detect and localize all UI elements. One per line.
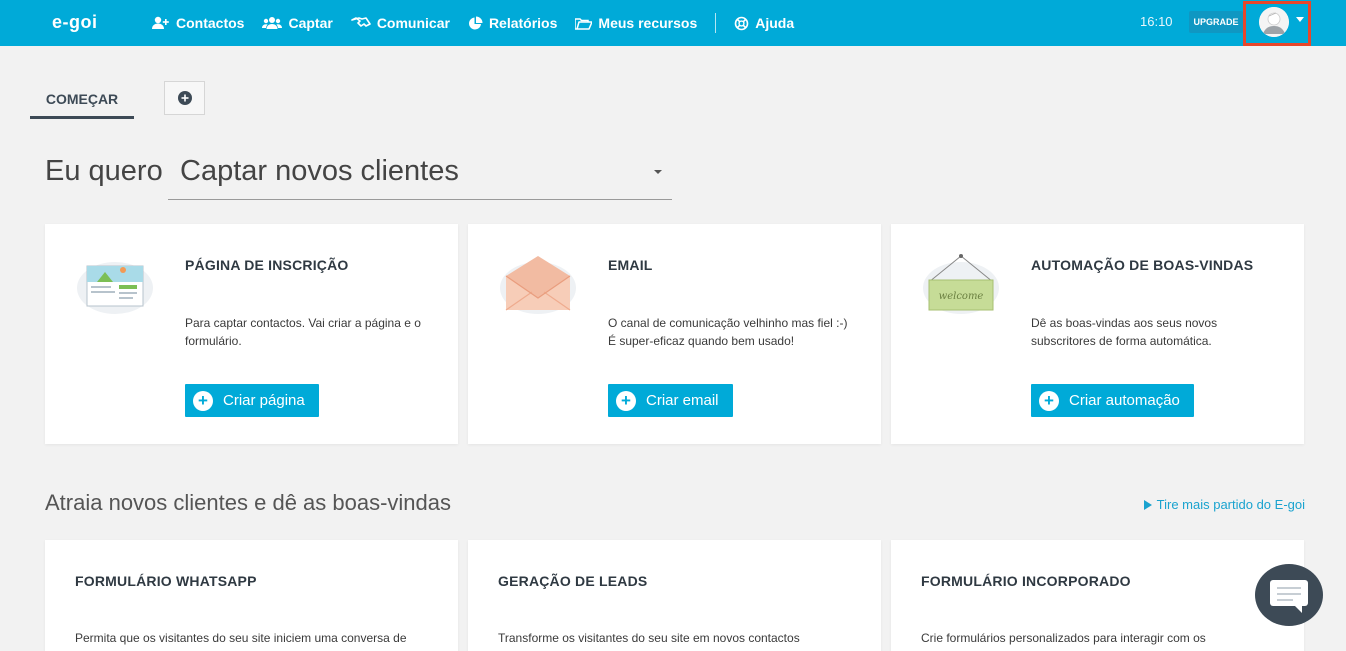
play-icon [1143, 499, 1152, 510]
tab-comecar[interactable]: COMEÇAR [30, 80, 134, 119]
upgrade-button[interactable]: UPGRADE [1189, 11, 1243, 33]
add-tab-button[interactable] [164, 81, 205, 115]
card-description: Permita que os visitantes do seu site in… [75, 631, 407, 645]
card-title: AUTOMAÇÃO DE BOAS-VINDAS [1031, 257, 1254, 273]
nav-divider [715, 13, 717, 33]
nav-label: Meus recursos [598, 15, 698, 31]
plus-icon: + [193, 390, 213, 411]
nav-ajuda[interactable]: Ajuda [734, 15, 794, 31]
nav-label: Comunicar [376, 15, 450, 31]
nav-meus-recursos[interactable]: Meus recursos [575, 15, 697, 31]
card-pagina-inscricao: PÁGINA DE INSCRIÇÃO Para captar contacto… [45, 224, 458, 444]
chat-line [1277, 593, 1301, 595]
link-label: Tire mais partido do E-goi [1156, 497, 1305, 512]
more-link[interactable]: Tire mais partido do E-goi [1143, 497, 1305, 512]
card-formulario-whatsapp[interactable]: FORMULÁRIO WHATSAPP Permita que os visit… [45, 540, 458, 651]
card-automacao-boas-vindas: welcome AUTOMAÇÃO DE BOAS-VINDAS Dê as b… [891, 224, 1304, 444]
card-title: PÁGINA DE INSCRIÇÃO [185, 257, 349, 273]
button-label: Criar página [223, 392, 305, 409]
chat-line [1277, 587, 1301, 589]
goal-select[interactable]: Captar novos clientes [168, 150, 672, 200]
pie-chart-icon [468, 16, 483, 29]
user-menu[interactable] [1243, 1, 1311, 46]
envelope-illustration-icon [500, 256, 576, 314]
chevron-down-icon [654, 170, 662, 174]
clock: 16:10 [1140, 14, 1173, 29]
card-description: Transforme os visitantes do seu site em … [498, 631, 800, 645]
button-label: Criar email [646, 392, 719, 409]
card-email: EMAIL O canal de comunicação velhinho ma… [468, 224, 881, 444]
card-formulario-incorporado[interactable]: FORMULÁRIO INCORPORADO Crie formulários … [891, 540, 1304, 651]
plus-icon: + [616, 390, 636, 411]
welcome-sign-illustration-icon: welcome [923, 254, 999, 314]
users-icon [262, 17, 283, 29]
chat-line [1277, 599, 1293, 601]
signup-page-illustration-icon [77, 262, 153, 314]
card-description: Crie formulários personalizados para int… [921, 631, 1206, 645]
sign-text: welcome [939, 291, 984, 302]
create-automation-button[interactable]: + Criar automação [1031, 384, 1194, 417]
add-contact-icon [152, 16, 169, 29]
lifebuoy-icon [734, 16, 749, 30]
nav-contactos[interactable]: Contactos [152, 15, 244, 31]
create-email-button[interactable]: + Criar email [608, 384, 733, 417]
card-title: FORMULÁRIO WHATSAPP [75, 573, 257, 589]
section-title: Atraia novos clientes e dê as boas-vinda… [45, 490, 452, 515]
user-avatar-icon [1259, 7, 1289, 37]
main-nav: Contactos Captar Comunicar Relatórios Me… [152, 0, 812, 46]
nav-label: Captar [288, 15, 333, 31]
goal-prefix: Eu quero [45, 155, 163, 187]
card-title: GERAÇÃO DE LEADS [498, 573, 648, 589]
folder-icon [575, 17, 593, 30]
chevron-down-icon [1296, 17, 1304, 22]
top-navigation-bar: e-goi Contactos Captar Comunicar Relatór… [0, 0, 1346, 46]
card-geracao-leads[interactable]: GERAÇÃO DE LEADS Transforme os visitante… [468, 540, 881, 651]
nav-label: Relatórios [488, 15, 558, 31]
nav-label: Contactos [176, 15, 245, 31]
nav-comunicar[interactable]: Comunicar [351, 15, 450, 31]
nav-relatorios[interactable]: Relatórios [468, 15, 557, 31]
create-page-button[interactable]: + Criar página [185, 384, 319, 417]
card-title: FORMULÁRIO INCORPORADO [921, 573, 1131, 589]
handshake-icon [351, 17, 371, 27]
plus-circle-icon [177, 91, 192, 105]
logo[interactable]: e-goi [52, 12, 98, 33]
goal-selected-value: Captar novos clientes [180, 155, 459, 187]
nav-label: Ajuda [755, 15, 795, 31]
button-label: Criar automação [1069, 392, 1180, 409]
card-description: Para captar contactos. Vai criar a págin… [185, 316, 421, 348]
nav-captar[interactable]: Captar [262, 15, 333, 31]
card-title: EMAIL [608, 257, 653, 273]
avatar[interactable] [1259, 7, 1289, 37]
chat-widget-button[interactable] [1255, 564, 1323, 626]
plus-icon: + [1039, 390, 1059, 411]
card-description: Dê as boas-vindas aos seus novos subscri… [1031, 316, 1218, 348]
card-description: O canal de comunicação velhinho mas fiel… [608, 316, 848, 348]
